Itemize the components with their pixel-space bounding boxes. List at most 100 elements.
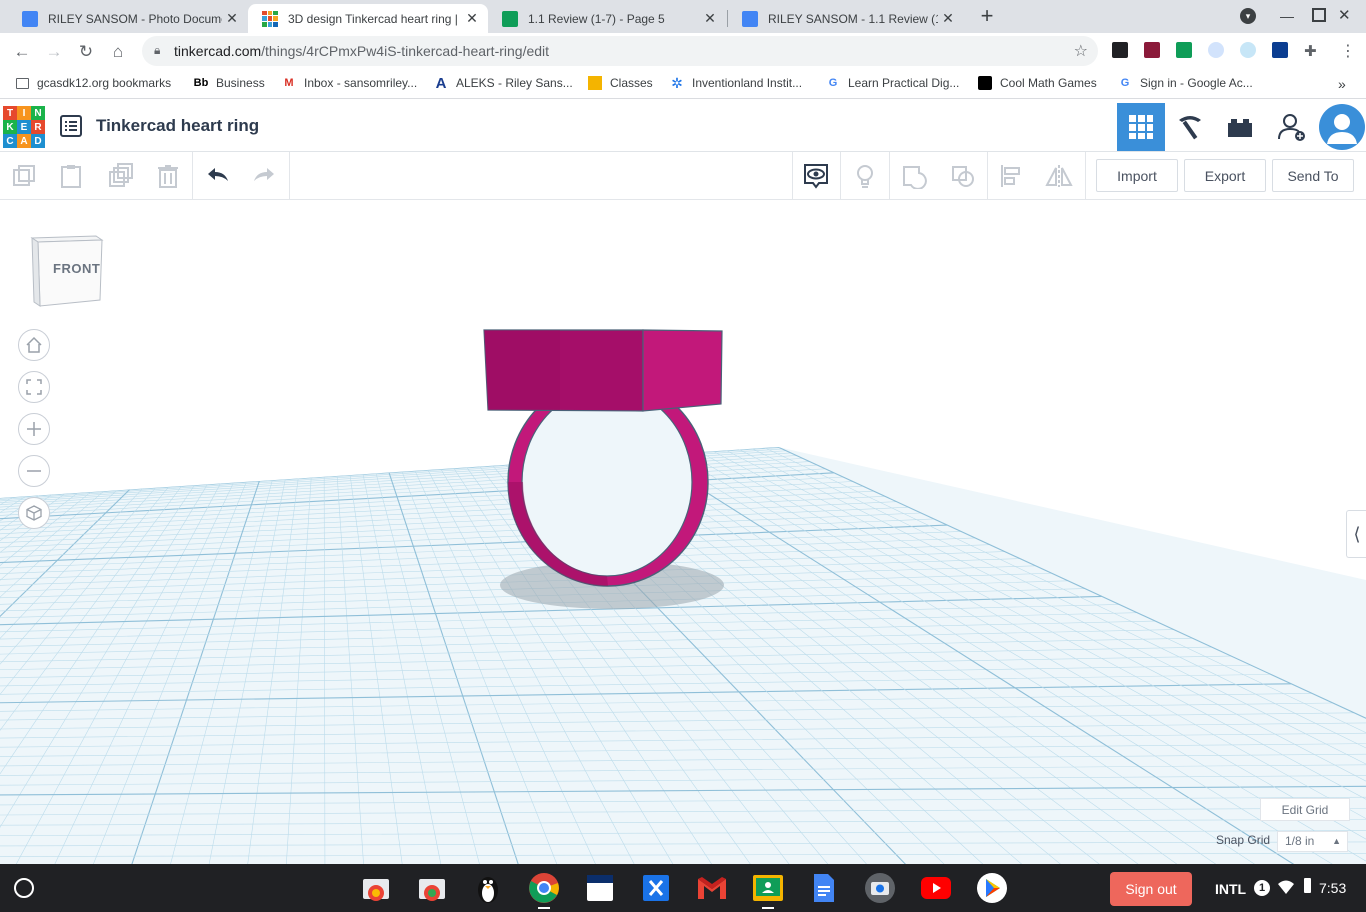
gmail-icon: M [284,77,294,89]
home-icon[interactable]: ⌂ [104,38,132,66]
view-cube[interactable]: FRONT [28,232,104,313]
forward-button[interactable]: → [40,38,68,66]
puzzle-extensions-icon[interactable]: ✚ [1304,42,1317,60]
battery-icon[interactable] [1304,878,1311,893]
play-store-icon[interactable] [976,872,1008,904]
align-button[interactable] [996,160,1028,192]
docs-icon[interactable] [808,872,840,904]
testnav-icon[interactable] [584,872,616,904]
tab-tinkercad-heart-ring[interactable]: 3D design Tinkercad heart ring | ✕ [248,4,488,33]
extension-icon[interactable] [1144,42,1160,58]
close-window-icon[interactable]: ✕ [1338,6,1351,24]
address-bar[interactable]: 🔒︎ tinkercad.com/things/4rCPmxPw4iS-tink… [142,36,1098,66]
penguin-icon[interactable] [472,872,504,904]
wifi-icon[interactable] [1278,880,1294,899]
extension-icon[interactable] [1240,42,1256,58]
edit-grid-button[interactable]: Edit Grid [1260,798,1350,821]
toolbar-divider [792,152,793,199]
more-bookmarks-icon[interactable]: » [1338,76,1346,92]
bookmark-item[interactable]: A ALEKS - Riley Sans... [434,74,573,92]
bookmark-item[interactable]: G Learn Practical Dig... [826,76,960,90]
bricks-button[interactable] [1216,103,1264,151]
shapes-panel-toggle[interactable]: ⟨ [1346,510,1366,558]
more-menu-icon[interactable]: ⋮ [1340,41,1356,61]
bookmark-item[interactable]: G Sign in - Google Ac... [1118,76,1253,90]
notes-button[interactable] [800,160,832,192]
tab-photo-document[interactable]: RILEY SANSOM - Photo Documen ✕ [8,4,248,33]
bookmark-folder[interactable]: gcasdk12.org bookmarks [16,76,171,90]
bookmark-item[interactable]: Cool Math Games [978,76,1097,90]
tab-review-doc[interactable]: RILEY SANSOM - 1.1 Review (1-7) ✕ [728,4,964,33]
files-icon[interactable] [360,872,392,904]
chrome-icon[interactable] [528,872,560,904]
close-tab-icon[interactable]: ✕ [700,10,720,27]
youtube-icon[interactable] [920,872,952,904]
designs-list-icon[interactable] [60,115,82,142]
view-cube-label: FRONT [53,261,101,276]
sign-out-button[interactable]: Sign out [1110,872,1192,906]
launcher-icon[interactable] [14,878,34,898]
redo-button[interactable] [248,160,280,192]
fit-view-button[interactable] [18,371,50,403]
ring-top-shape[interactable] [483,329,723,412]
workplane-canvas[interactable] [0,200,1366,864]
url-path: /things/4rCPmxPw4iS-tinkercad-heart-ring… [261,43,550,59]
extension-icon[interactable] [1208,42,1224,58]
zoom-in-button[interactable] [18,413,50,445]
ungroup-button[interactable] [947,160,979,192]
bookmark-star-icon[interactable]: ☆ [1074,41,1088,61]
blocks-pickaxe-button[interactable] [1166,103,1214,151]
running-indicator [762,907,774,909]
group-button[interactable] [898,160,930,192]
qr-code-extension-icon[interactable] [1112,42,1128,58]
aleks-icon: A [435,74,447,92]
close-tab-icon[interactable]: ✕ [938,10,958,27]
undo-icon [208,168,228,181]
back-button[interactable]: ← [8,38,36,66]
tab-title: RILEY SANSOM - Photo Documen [48,11,222,26]
3d-view-grid-button[interactable] [1117,103,1165,151]
delete-button[interactable] [152,160,184,192]
copy-button[interactable] [8,160,40,192]
export-button[interactable]: Export [1184,159,1266,192]
bookmark-item[interactable]: M Inbox - sansomriley... [282,76,417,90]
perspective-toggle-button[interactable] [18,497,50,529]
gmail-icon[interactable] [696,872,728,904]
send-to-button[interactable]: Send To [1272,159,1354,192]
bookmark-item[interactable]: ✲ Inventionland Instit... [670,75,802,91]
sheets-extension-icon[interactable] [1176,42,1192,58]
x-app-icon[interactable] [640,872,672,904]
user-avatar[interactable] [1318,103,1366,151]
classroom-icon[interactable] [752,872,784,904]
home-view-button[interactable] [18,329,50,361]
design-title[interactable]: Tinkercad heart ring [96,116,259,136]
extension-icon[interactable] [1272,42,1288,58]
tab-review-page-5[interactable]: 1.1 Review (1-7) - Page 5 ✕ [488,4,726,33]
reload-icon[interactable]: ↻ [72,38,100,66]
paste-button[interactable] [55,160,87,192]
show-all-button[interactable] [849,160,881,192]
notification-badge[interactable]: 1 [1254,880,1270,896]
undo-button[interactable] [202,160,234,192]
minimize-window-icon[interactable]: — [1280,8,1294,24]
import-button[interactable]: Import [1096,159,1178,192]
restore-window-icon[interactable] [1312,8,1326,22]
duplicate-button[interactable] [104,160,136,192]
mirror-button[interactable] [1043,160,1075,192]
close-tab-icon[interactable]: ✕ [462,10,482,27]
camera-icon[interactable] [864,872,896,904]
input-method-indicator[interactable]: INTL [1215,881,1246,897]
bookmark-item[interactable]: Classes [588,76,653,90]
3d-workplane-viewport[interactable]: FRONT ⟨ Edit Grid Snap Grid 1/8 in ▲ [0,200,1366,864]
files-icon[interactable] [416,872,448,904]
close-tab-icon[interactable]: ✕ [222,10,242,27]
invite-user-button[interactable] [1268,103,1316,151]
tinkercad-logo[interactable]: T I N K E R C A D [3,106,45,148]
snap-grid-select[interactable]: 1/8 in ▲ [1277,831,1348,852]
clock[interactable]: 7:53 [1319,880,1346,896]
lock-icon[interactable]: 🔒︎ [154,43,160,58]
tab-search-icon[interactable]: ▾ [1240,8,1256,24]
new-tab-button[interactable]: + [977,5,997,27]
zoom-out-button[interactable] [18,455,50,487]
bookmark-item[interactable]: Bb Business [194,76,265,90]
